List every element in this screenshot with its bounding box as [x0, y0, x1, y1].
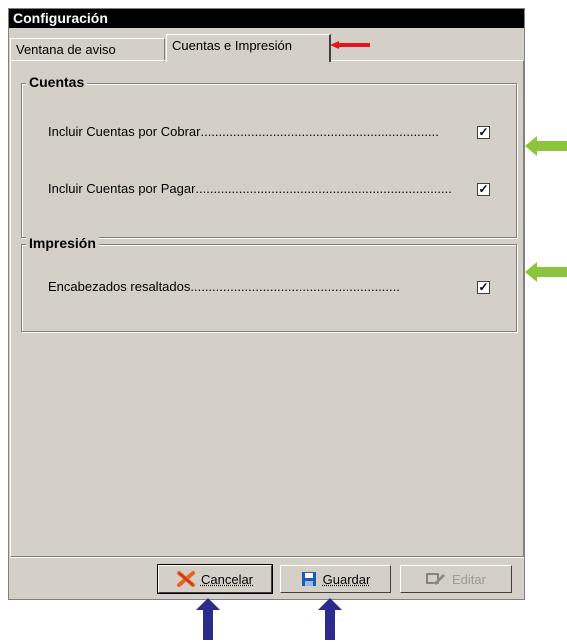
annotation-arrow-red: [330, 41, 370, 49]
save-button[interactable]: Guardar: [280, 565, 391, 593]
group-title-impresion: Impresión: [26, 235, 99, 251]
option-label-cobrar: Incluir Cuentas por Cobrar: [48, 124, 201, 139]
option-label-pagar: Incluir Cuentas por Pagar: [48, 181, 196, 196]
save-label: Guardar: [322, 571, 371, 587]
annotation-arrow-blue-save: [318, 598, 342, 640]
window-title: Configuración: [9, 9, 524, 28]
edit-button[interactable]: Editar: [400, 565, 512, 593]
option-row-cobrar: Incluir Cuentas por Cobrar..............…: [48, 124, 439, 139]
x-icon: [176, 571, 195, 587]
button-bar-separator: [10, 557, 524, 558]
cancel-button[interactable]: Cancelar: [157, 564, 273, 594]
tab-ventana-de-aviso[interactable]: Ventana de aviso: [10, 38, 165, 62]
tab-cuentas-e-impresion[interactable]: Cuentas e Impresión: [166, 34, 331, 62]
checkbox-cobrar[interactable]: ✓: [477, 126, 490, 139]
checkbox-encabezados[interactable]: ✓: [477, 281, 490, 294]
floppy-disk-icon: [301, 572, 316, 586]
pencil-icon: [426, 573, 446, 585]
leader-dots: ........................................…: [195, 181, 452, 196]
configuration-dialog: Configuración Ventana de aviso Cuentas e…: [8, 8, 525, 600]
leader-dots: ........................................…: [200, 124, 439, 139]
annotation-arrow-green-impresion: [525, 262, 567, 282]
tab-panel: Cuentas Incluir Cuentas por Cobrar......…: [10, 60, 524, 557]
option-row-encabezados: Encabezados resaltados..................…: [48, 279, 400, 294]
group-cuentas: Cuentas Incluir Cuentas por Cobrar......…: [21, 74, 517, 238]
group-title-cuentas: Cuentas: [26, 74, 88, 90]
group-impresion: Impresión Encabezados resaltados........…: [21, 235, 517, 332]
cancel-label: Cancelar: [200, 571, 254, 587]
edit-label: Editar: [452, 571, 486, 587]
option-label-encabezados: Encabezados resaltados: [48, 279, 191, 294]
checkbox-pagar[interactable]: ✓: [477, 183, 490, 196]
annotation-arrow-blue-cancel: [196, 598, 220, 640]
annotation-arrow-green-cuentas: [525, 136, 567, 156]
leader-dots: ........................................…: [190, 279, 400, 294]
option-row-pagar: Incluir Cuentas por Pagar...............…: [48, 181, 452, 196]
